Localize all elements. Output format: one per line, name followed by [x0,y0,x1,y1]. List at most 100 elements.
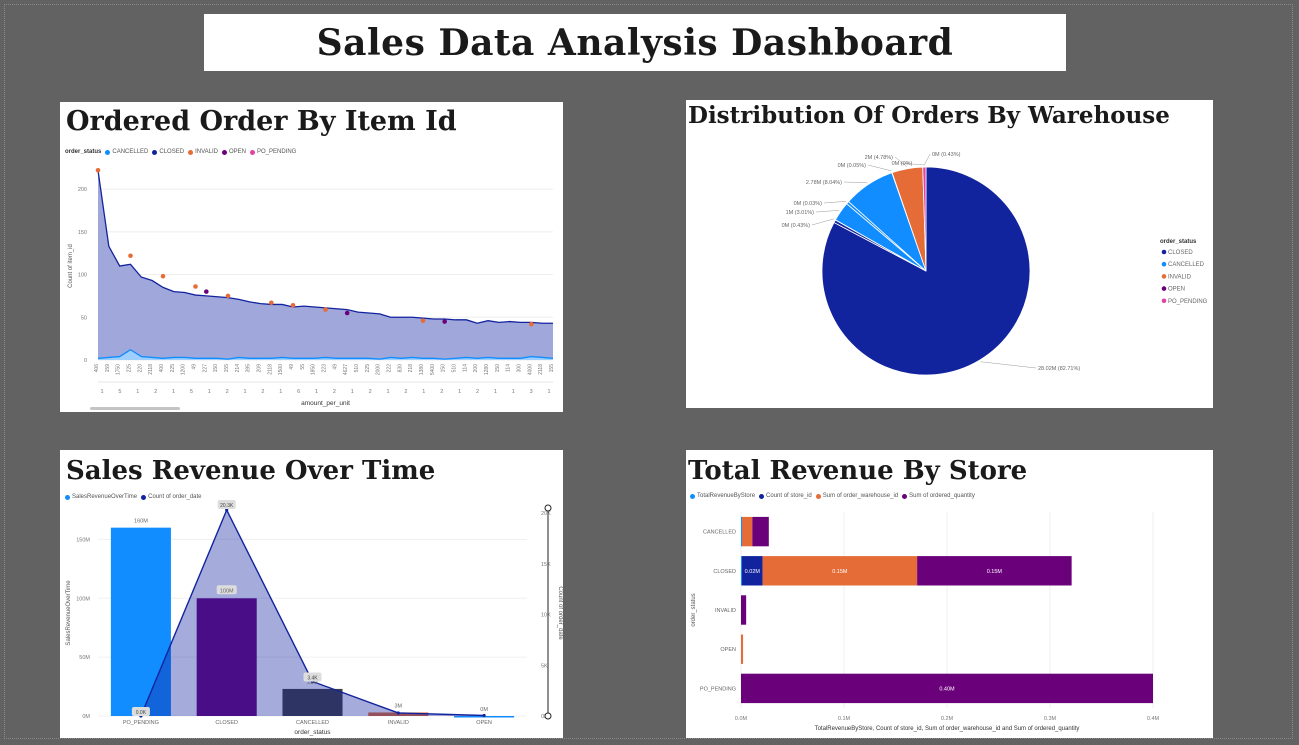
bar-data-label: 0M [480,707,488,713]
y-tick-label: 100M [76,596,90,602]
x-subgroup-label: 2 [333,389,336,395]
x-tick-label: CANCELLED [296,720,329,726]
x-subgroup-label: 2 [226,389,229,395]
slice-label: 0M (0.05%) [838,163,867,169]
chart-panel-order-by-item[interactable]: Ordered Order By Item Id order_status CAN… [60,102,563,412]
x-tick-label: 510 [452,364,458,373]
series-area-closed [98,170,553,360]
bar-data-label: 100M [220,588,234,594]
legend-marker [1161,286,1167,291]
y2-tick-label: 5K [541,663,548,669]
x-subgroup-label: 1 [547,389,550,395]
y-axis-label: SalesRevenueOverTime [66,580,72,646]
leader-line [811,218,834,226]
x-tick-label: 225 [365,364,371,373]
chart-plot: 28.02M (82.71%) 2M (4.78%)0M (0%) 0M (0.43… [782,152,1208,376]
data-point [323,307,328,312]
slice-label: 28.02M (82.71%) [1038,366,1080,372]
data-point [396,711,400,715]
y-tick-label: 50M [79,655,90,661]
x-axis-label: order_status [294,729,331,736]
x-tick-label: 2118 [538,364,544,375]
legend-label: PO_PENDING [1168,299,1208,305]
data-point [529,321,534,327]
y-tick-label: PO_PENDING [700,686,736,692]
x-subgroup-label: 1 [100,389,103,395]
y-tick-label: 150M [76,537,90,543]
chart-plot: 0.0M 0.1M 0.2M 0.3M 0.4M TotalRevenueByStore,… [691,512,1160,732]
x-tick-label: 2118 [148,364,154,375]
slice-label: 2.78M (8.04%) [806,180,842,186]
y-tick-label: 100 [78,273,87,279]
y-tick-label: 200 [78,187,87,193]
bar-segment [741,634,744,664]
legend-label: INVALID [1168,274,1192,280]
chart-panel-sales-revenue[interactable]: Sales Revenue Over Time SalesRevenueOver… [60,450,563,738]
data-point [128,253,133,259]
bar-data-label: 0.15M [987,569,1003,575]
legend-marker [1161,261,1167,267]
data-point [269,300,274,306]
x-subgroup-label: 6 [297,389,300,395]
bar-data-label: 0.02M [745,569,761,575]
y2-tick-label: 20K [541,511,551,517]
leader-line [924,153,931,166]
legend-marker [1161,298,1167,304]
bar-data-label: 3M [394,703,402,709]
count-data-label: 0.0K [136,710,147,716]
x-tick-label: 200 [473,364,479,373]
chart-panel-warehouse-distribution[interactable]: Distribution Of Orders By Warehouse 28.0… [686,100,1213,408]
data-point [420,318,426,323]
data-point [204,289,209,294]
bar-segment [741,595,747,625]
x-tick-label: 400 [159,364,165,373]
x-subgroup-label: 1 [351,389,354,395]
x-tick-label: 214 [235,364,241,373]
data-point [290,303,296,308]
bar-data-label: 160M [134,519,148,525]
x-subgroup-label: 1 [315,389,318,395]
x-tick-label: 55 [300,364,306,370]
x-tick-label: 155 [224,364,230,373]
x-tick-label: 223 [322,364,328,373]
y-tick-label: CANCELLED [703,530,736,536]
leader-line [823,201,847,204]
x-subgroup-label: 2 [476,389,479,395]
x-tick-label: CLOSED [215,720,238,726]
leader-line [815,210,840,213]
x-subgroup-label: 1 [244,389,247,395]
x-tick-label: OPEN [476,720,492,726]
data-point [193,284,198,289]
chart-plot: 050100150200Count of item_id406 159 1750 22… [68,167,555,410]
leader-line [867,164,892,172]
x-axis-label: amount_per_unit [301,400,350,407]
x-subgroup-label: 2 [440,389,443,395]
y-tick-label: 50 [81,315,87,321]
x-tick-label: 227 [202,364,208,373]
leader-line [843,181,868,184]
x-subgroup-label: 2 [154,389,157,395]
x-tick-label: 0.4M [1147,716,1160,722]
slice-label: 0M (0.43%) [782,223,811,229]
x-tick-label: 406 [94,364,100,373]
x-subgroup-label: 1 [458,389,461,395]
dashboard-title-box: Sales Data Analysis Dashboard [204,14,1066,71]
x-tick-label: 300 [517,364,523,373]
count-data-label: 20.3K [220,503,234,509]
y-axis-label: order_status [691,593,697,626]
x-tick-label: 395 [246,364,252,373]
y2-tick-label: 15K [541,562,551,568]
x-subgroup-label: 1 [422,389,425,395]
slice-label: 2M (4.78%) [865,155,894,161]
chart-panel-revenue-by-store[interactable]: Total Revenue By Store TotalRevenueBySto… [686,450,1213,738]
leader-line [980,361,1037,369]
x-tick-label: PO_PENDING [123,720,159,726]
x-subgroup-label: 3 [530,389,533,395]
chart-plot: 0M50M100M150M0K5K10K15K20KSalesRevenueOv… [66,500,563,736]
x-tick-label: 1380 [419,364,425,375]
x-tick-label: 225 [127,364,133,373]
legend-label: CLOSED [1168,250,1193,256]
x-tick-label: 1200 [181,364,187,375]
x-tick-label: 510 [354,364,360,373]
y-tick-label: 0 [84,358,87,364]
